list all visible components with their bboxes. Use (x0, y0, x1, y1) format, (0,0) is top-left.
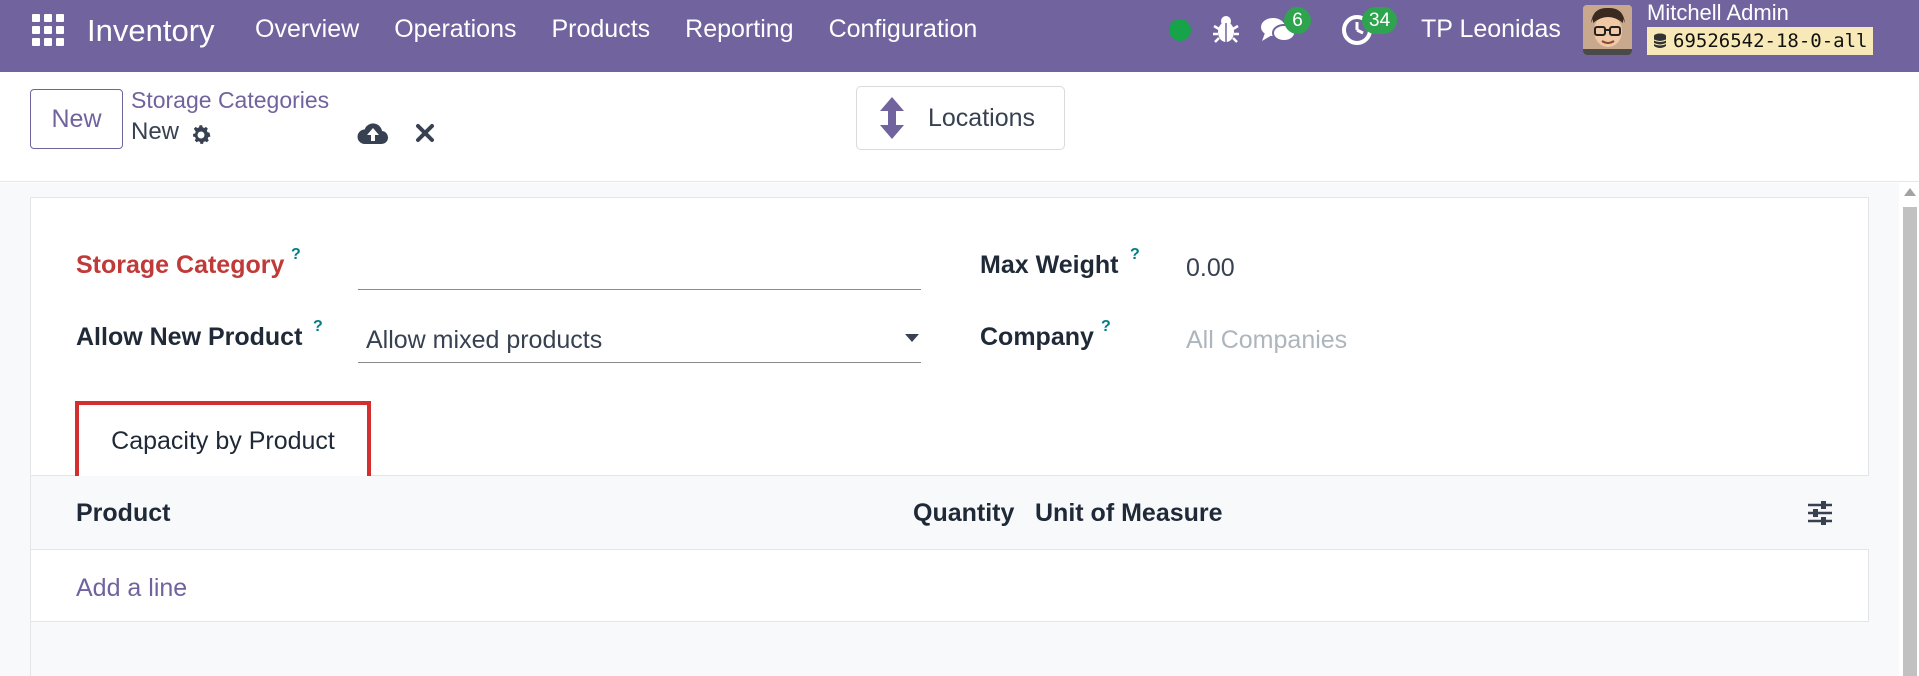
database-name: 69526542-18-0-all (1673, 30, 1868, 52)
max-weight-help-icon[interactable]: ? (1130, 246, 1140, 264)
optional-columns-sliders-icon[interactable] (1806, 500, 1834, 526)
allow-new-product-label: Allow New Product (76, 323, 303, 351)
user-avatar[interactable] (1583, 5, 1632, 55)
debug-bug-icon[interactable] (1212, 14, 1240, 44)
column-product[interactable]: Product (76, 499, 170, 528)
app-name[interactable]: Inventory (87, 13, 215, 49)
new-button[interactable]: New (30, 89, 123, 149)
company-switcher[interactable]: TP Leonidas (1421, 15, 1561, 44)
presence-status-icon (1169, 19, 1191, 41)
control-panel: New Storage Categories New Locations (0, 72, 1919, 182)
database-tag: 69526542-18-0-all (1647, 27, 1874, 55)
main-menu: Overview Operations Products Reporting C… (255, 15, 1012, 44)
storage-category-help-icon[interactable]: ? (291, 246, 301, 264)
add-a-line-link[interactable]: Add a line (76, 574, 187, 603)
allow-new-product-underline (358, 362, 921, 363)
gear-icon[interactable] (189, 123, 213, 147)
menu-configuration[interactable]: Configuration (829, 15, 978, 44)
menu-overview[interactable]: Overview (255, 15, 359, 44)
table-empty-area (31, 622, 1869, 676)
allow-new-product-select[interactable]: Allow mixed products (366, 326, 602, 355)
tab-capacity-by-product[interactable]: Capacity by Product (75, 401, 371, 481)
app-grid-icon[interactable] (32, 14, 64, 46)
menu-reporting[interactable]: Reporting (685, 15, 793, 44)
allow-new-product-help-icon[interactable]: ? (313, 318, 323, 336)
table-header: Product Quantity Unit of Measure (31, 476, 1869, 550)
storage-category-label: Storage Category (76, 251, 285, 279)
menu-products[interactable]: Products (551, 15, 650, 44)
locations-smart-button[interactable]: Locations (856, 86, 1065, 150)
menu-operations[interactable]: Operations (394, 15, 516, 44)
max-weight-label: Max Weight (980, 251, 1119, 279)
user-name[interactable]: Mitchell Admin (1647, 0, 1789, 26)
discard-close-icon[interactable] (413, 121, 437, 145)
vertical-arrows-icon (880, 97, 904, 139)
storage-category-underline (358, 289, 921, 290)
scroll-up-arrow-icon[interactable] (1904, 188, 1916, 196)
company-input[interactable]: All Companies (1186, 326, 1347, 355)
column-quantity[interactable]: Quantity (913, 499, 1014, 528)
company-label: Company (980, 323, 1094, 351)
scrollbar-thumb[interactable] (1903, 207, 1917, 676)
company-help-icon[interactable]: ? (1101, 318, 1111, 336)
activities-count-badge: 34 (1362, 7, 1398, 34)
breadcrumb-current: New (131, 118, 180, 145)
database-icon (1653, 33, 1667, 48)
column-unit-of-measure[interactable]: Unit of Measure (1035, 499, 1223, 528)
messages-count-badge: 6 (1284, 7, 1311, 34)
max-weight-input[interactable]: 0.00 (1186, 254, 1235, 283)
save-cloud-icon[interactable] (357, 120, 389, 148)
breadcrumb-storage-categories[interactable]: Storage Categories (131, 87, 329, 114)
chevron-down-icon[interactable] (905, 334, 919, 342)
locations-label: Locations (928, 103, 1036, 132)
top-navbar: Inventory Overview Operations Products R… (0, 0, 1919, 72)
